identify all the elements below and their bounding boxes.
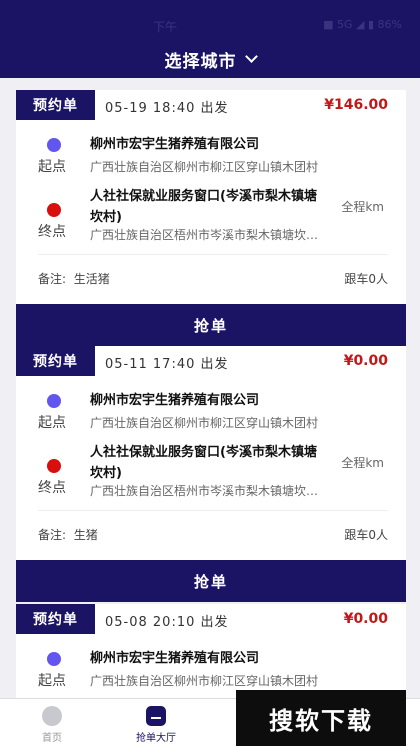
order-price: ¥0.00 — [343, 353, 388, 369]
follow-count: 跟车0人 — [344, 528, 388, 542]
tab-order-hall[interactable]: 抢单大厅 — [104, 699, 204, 746]
order-price: ¥146.00 — [324, 97, 388, 113]
start-label: 起点 — [38, 159, 66, 175]
divider — [38, 254, 388, 255]
start-point-icon — [47, 394, 61, 408]
end-label: 终点 — [38, 480, 66, 496]
follow-count: 跟车0人 — [344, 272, 388, 286]
chevron-down-icon — [244, 49, 258, 63]
end-point-icon — [47, 203, 61, 217]
status-time: 下午 — [152, 20, 177, 34]
order-type-tag: 预约单 — [16, 346, 95, 376]
start-label: 起点 — [38, 673, 66, 689]
tab-home[interactable]: 首页 — [0, 699, 100, 746]
page-title: 选择城市 — [164, 51, 237, 72]
order-hall-icon — [146, 706, 166, 726]
order-card: 预约单 05-08 20:10 出发 ¥0.00 起点 柳州市宏宇生猪养殖有限公… — [16, 604, 406, 698]
order-price: ¥0.00 — [343, 611, 388, 627]
start-point-icon — [47, 652, 61, 666]
note-value: 生活猪 — [73, 272, 110, 286]
tab-order-hall-label: 抢单大厅 — [136, 733, 176, 744]
divider — [38, 510, 388, 511]
note-label: 备注: — [38, 272, 67, 286]
order-feed[interactable]: 预约单 05-19 18:40 出发 ¥146.00 起点 柳州市宏宇生猪养殖有… — [0, 78, 420, 698]
grab-order-button[interactable]: 抢单 — [16, 560, 406, 602]
start-label: 起点 — [38, 415, 66, 431]
user-icon — [42, 706, 62, 726]
order-note: 备注: 生活猪 — [38, 270, 110, 287]
grab-order-button[interactable]: 抢单 — [16, 304, 406, 346]
departure-time: 05-08 20:10 出发 — [105, 615, 229, 630]
end-name: 人社社保就业服务窗口(岑溪市梨木镇塘坎村) — [90, 445, 317, 481]
departure-time: 05-19 18:40 出发 — [105, 101, 229, 116]
start-name: 柳州市宏宇生猪养殖有限公司 — [90, 137, 260, 152]
order-type-tag: 预约单 — [16, 604, 95, 634]
end-label: 终点 — [38, 224, 66, 240]
note-label: 备注: — [38, 528, 67, 542]
status-indicators: ■ 5G ◢ ▮ 86% — [323, 18, 402, 31]
order-card: 预约单 05-19 18:40 出发 ¥146.00 起点 柳州市宏宇生猪养殖有… — [16, 90, 406, 346]
order-note: 备注: 生猪 — [38, 526, 98, 543]
end-name: 人社社保就业服务窗口(岑溪市梨木镇塘坎村) — [90, 189, 317, 225]
distance: 全程km — [341, 200, 384, 214]
end-address: 广西壮族自治区梧州市岑溪市梨木镇塘坎… — [90, 228, 319, 242]
order-header: 预约单 05-11 17:40 出发 ¥0.00 — [16, 346, 406, 376]
start-point-icon — [47, 138, 61, 152]
tab-home-label: 首页 — [42, 733, 62, 744]
note-value: 生猪 — [73, 528, 98, 542]
city-selector[interactable]: 选择城市 — [0, 40, 420, 78]
distance: 全程km — [341, 456, 384, 470]
order-header: 预约单 05-08 20:10 出发 ¥0.00 — [16, 604, 406, 634]
status-bar: 下午 ■ 5G ◢ ▮ 86% — [0, 0, 420, 40]
start-address: 广西壮族自治区柳州市柳江区穿山镇木团村 — [90, 674, 319, 688]
watermark: 搜软下载 — [236, 690, 406, 746]
order-type-tag: 预约单 — [16, 90, 95, 120]
end-address: 广西壮族自治区梧州市岑溪市梨木镇塘坎… — [90, 484, 319, 498]
start-address: 广西壮族自治区柳州市柳江区穿山镇木团村 — [90, 416, 319, 430]
order-header: 预约单 05-19 18:40 出发 ¥146.00 — [16, 90, 406, 120]
start-address: 广西壮族自治区柳州市柳江区穿山镇木团村 — [90, 160, 319, 174]
start-name: 柳州市宏宇生猪养殖有限公司 — [90, 651, 260, 666]
start-name: 柳州市宏宇生猪养殖有限公司 — [90, 393, 260, 408]
end-point-icon — [47, 459, 61, 473]
departure-time: 05-11 17:40 出发 — [105, 357, 229, 372]
order-card: 预约单 05-11 17:40 出发 ¥0.00 起点 柳州市宏宇生猪养殖有限公… — [16, 346, 406, 602]
